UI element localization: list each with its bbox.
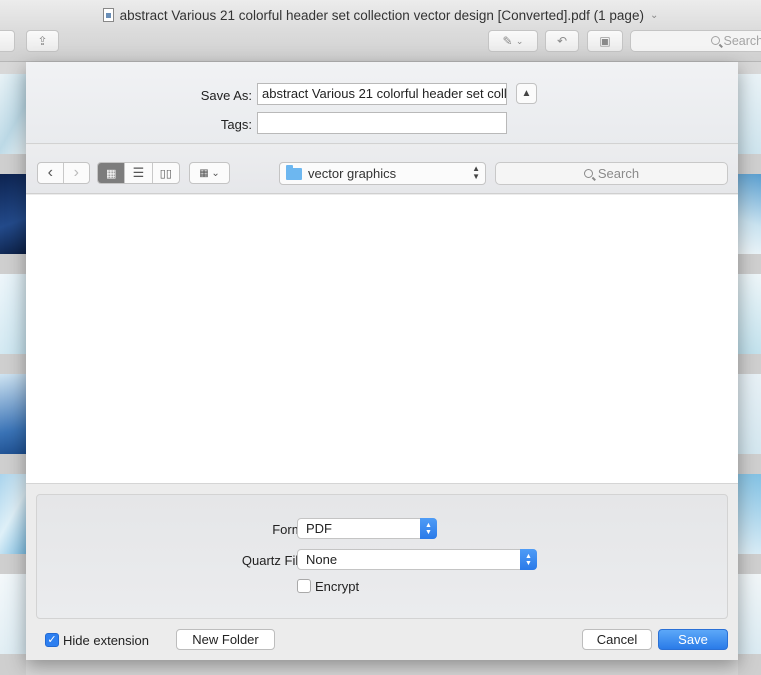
icon-view-button[interactable]: ▦	[98, 163, 126, 183]
format-value: PDF	[306, 521, 332, 536]
chevron-down-icon: ⌄	[515, 35, 524, 46]
chevron-down-icon: ⌄	[649, 9, 659, 21]
arrange-button[interactable]: ▦ ⌄	[189, 162, 230, 184]
quartz-filter-popup[interactable]: None ▲ ▼	[297, 549, 537, 570]
header-thumbnail	[738, 74, 761, 154]
document-background-right	[738, 74, 761, 675]
toolbar-search-placeholder: Search	[723, 34, 761, 48]
rotate-button[interactable]: ↶	[545, 30, 579, 52]
chevron-left-icon: ‹	[47, 164, 53, 181]
save-dialog: Save As: abstract Various 21 colorful he…	[26, 62, 738, 660]
column-view-button[interactable]: ▯▯	[153, 163, 179, 183]
location-label: vector graphics	[308, 166, 397, 181]
rotate-icon: ↶	[556, 34, 568, 48]
columns-icon: ▯▯	[159, 167, 172, 180]
quartz-filter-label: Quartz Filter:	[241, 553, 317, 568]
arrange-icon: ▦	[199, 167, 209, 179]
search-icon	[711, 36, 720, 45]
format-popup[interactable]: PDF ▲ ▼	[297, 518, 437, 539]
share-button[interactable]: ⇪	[26, 30, 59, 52]
header-thumbnail	[0, 574, 26, 654]
updown-arrows-icon: ▲ ▼	[520, 549, 537, 570]
pdf-document-icon	[102, 8, 114, 22]
chevron-up-icon: ▲	[521, 88, 532, 99]
save-as-field[interactable]: abstract Various 21 colorful header set …	[257, 83, 507, 105]
tags-label: Tags:	[220, 117, 252, 132]
tags-field[interactable]	[257, 112, 507, 134]
updown-arrows-icon: ▲ ▼	[420, 518, 437, 539]
header-thumbnail	[738, 574, 761, 654]
window-title: abstract Various 21 colorful header set …	[119, 7, 644, 23]
window-title-group[interactable]: abstract Various 21 colorful header set …	[102, 7, 659, 23]
expand-dialog-button[interactable]: ▲	[516, 83, 537, 104]
header-thumbnail	[0, 74, 26, 154]
list-icon: ☰	[132, 165, 145, 180]
grid-icon: ▦	[105, 167, 117, 180]
markup-button[interactable]: ✎ ⌄	[488, 30, 538, 52]
header-thumbnail	[0, 174, 26, 254]
encrypt-checkbox[interactable]	[297, 579, 311, 593]
chevron-down-icon: ⌄	[211, 167, 220, 179]
hide-extension-label: Hide extension	[63, 633, 149, 648]
window-toolbar: ⇪ ✎ ⌄ ↶ ▣ Search	[0, 30, 761, 62]
browser-navigation-bar: ‹ › ▦ ☰ ▯▯ ▦ ⌄ vector graphics ▲ ▼ Search	[26, 145, 738, 194]
location-popup[interactable]: vector graphics ▲ ▼	[279, 162, 486, 185]
header-thumbnail	[738, 374, 761, 454]
forward-button[interactable]: ›	[64, 163, 89, 183]
save-button[interactable]: Save	[658, 629, 728, 650]
checkmark-icon: ✓	[47, 634, 57, 646]
back-button[interactable]: ‹	[38, 163, 64, 183]
sidebar-toggle-button[interactable]	[0, 30, 15, 52]
file-browser-area[interactable]	[26, 195, 738, 484]
header-thumbnail	[738, 174, 761, 254]
window-titlebar: abstract Various 21 colorful header set …	[0, 0, 761, 30]
header-thumbnail	[0, 274, 26, 354]
format-options-panel: Format: PDF ▲ ▼ Quartz Filter: None ▲ ▼ En…	[36, 494, 728, 619]
chevron-right-icon: ›	[73, 164, 79, 181]
hide-extension-checkbox[interactable]: ✓	[45, 633, 59, 647]
cancel-button[interactable]: Cancel	[582, 629, 652, 650]
toolbox-icon: ▣	[599, 34, 611, 48]
search-icon	[583, 169, 593, 178]
save-name-area: Save As: abstract Various 21 colorful he…	[26, 62, 738, 144]
header-thumbnail	[0, 474, 26, 554]
pen-icon: ✎	[502, 34, 513, 48]
encrypt-label: Encrypt	[315, 579, 360, 594]
share-icon: ⇪	[37, 34, 48, 48]
list-view-button[interactable]: ☰	[125, 163, 153, 183]
header-thumbnail	[0, 374, 26, 454]
folder-icon	[286, 164, 302, 180]
toolbar-search-field[interactable]: Search	[630, 30, 761, 52]
updown-arrows-icon: ▲ ▼	[472, 164, 480, 181]
document-background-left	[0, 74, 26, 675]
quartz-filter-value: None	[306, 552, 338, 567]
browser-search-placeholder: Search	[597, 166, 640, 181]
browser-search-field[interactable]: Search	[495, 162, 728, 185]
header-thumbnail	[738, 474, 761, 554]
save-as-label: Save As:	[200, 88, 252, 103]
toolbox-button[interactable]: ▣	[587, 30, 623, 52]
new-folder-button[interactable]: New Folder	[176, 629, 275, 650]
back-forward-buttons: ‹ ›	[37, 162, 90, 184]
header-thumbnail	[738, 274, 761, 354]
view-mode-buttons: ▦ ☰ ▯▯	[97, 162, 180, 184]
